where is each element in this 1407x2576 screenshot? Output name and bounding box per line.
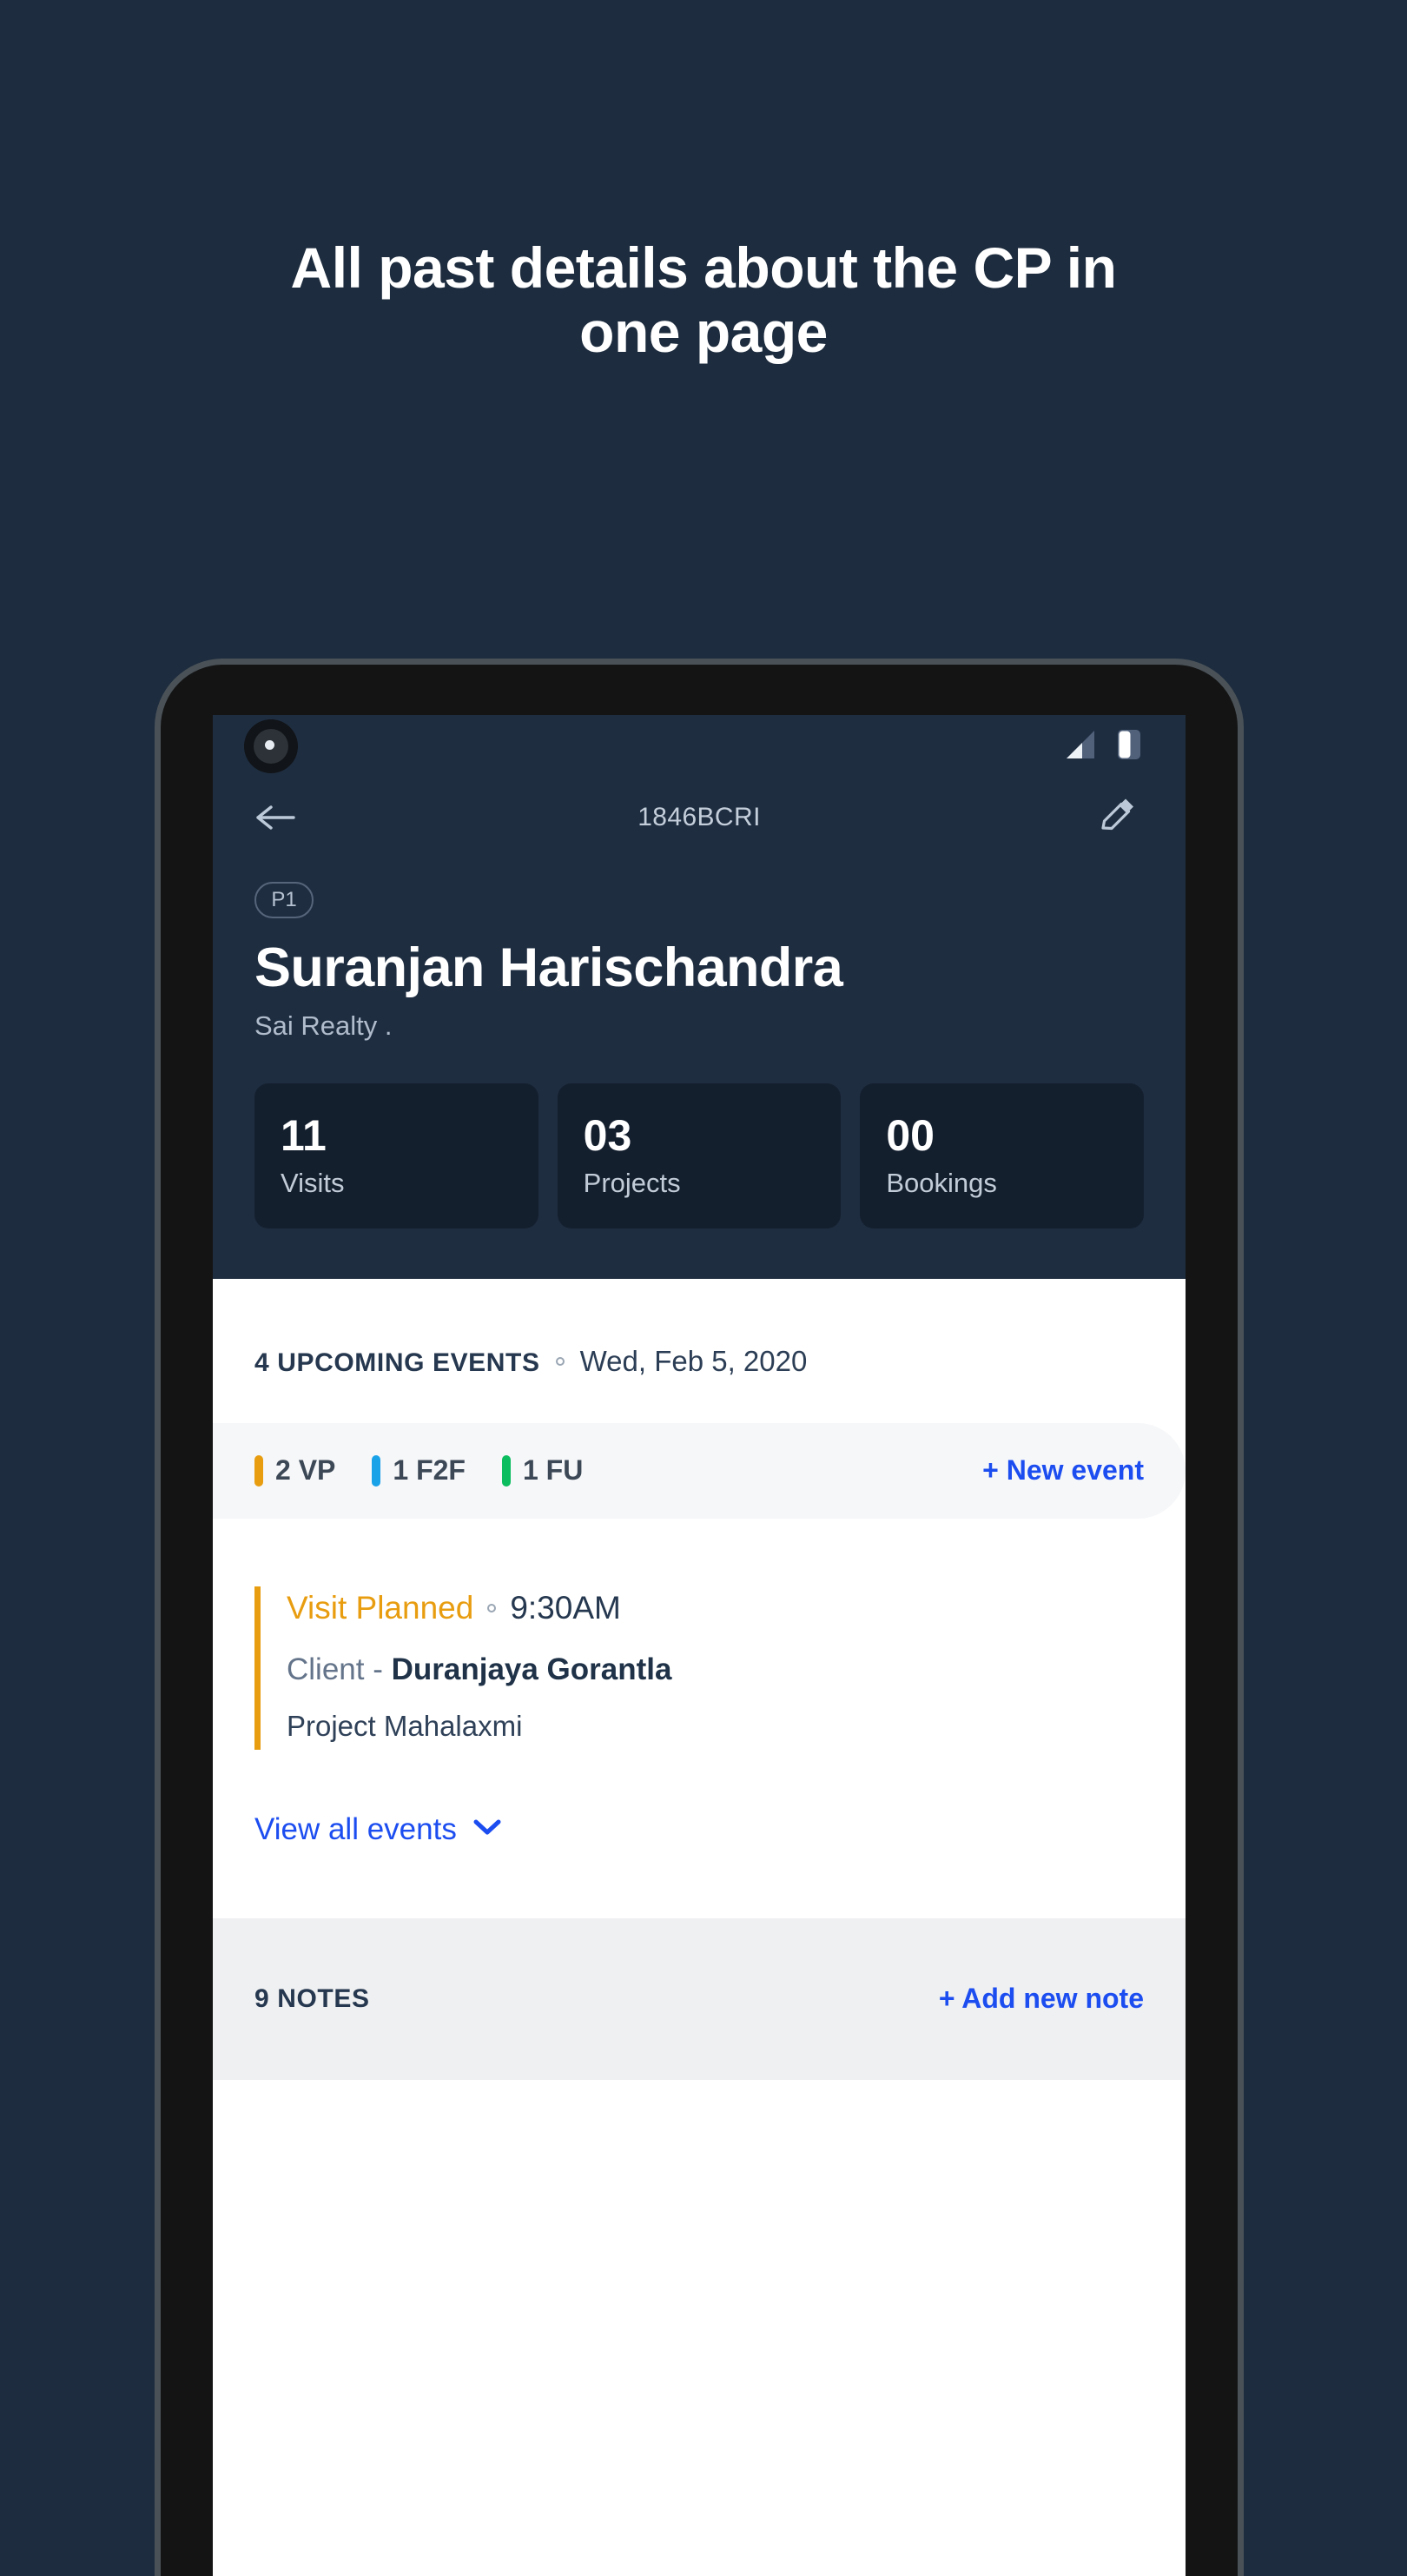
phone-frame: 1846BCRI P1 Suranjan Harischandra Sai Re… — [161, 665, 1238, 2576]
events-count-label: 4 UPCOMING EVENTS — [254, 1348, 540, 1377]
promo-headline: All past details about the CP in one pag… — [0, 235, 1407, 365]
legend-item-f2f[interactable]: 1 F2F — [372, 1454, 466, 1487]
event-client-name: Duranjaya Gorantla — [391, 1652, 672, 1686]
stat-label: Visits — [281, 1167, 345, 1198]
event-project: Project Mahalaxmi — [287, 1709, 523, 1742]
legend-item-fu[interactable]: 1 FU — [501, 1454, 584, 1487]
profile-company: Sai Realty . — [254, 1010, 393, 1042]
status-bar-icons — [1062, 729, 1140, 764]
event-card-header: Visit Planned 9:30AM — [287, 1590, 1144, 1626]
stats-row: 11 Visits 03 Projects 00 Bookings — [213, 1042, 1186, 1228]
event-card[interactable]: Visit Planned 9:30AM Client - Duranjaya … — [254, 1586, 1144, 1750]
event-client-row: Client - Duranjaya Gorantla — [287, 1652, 1144, 1687]
promo-headline-line-2: one page — [579, 299, 828, 364]
promo-headline-line-1: All past details about the CP in — [290, 235, 1117, 300]
stat-card-bookings[interactable]: 00 Bookings — [860, 1083, 1145, 1228]
signal-bars-icon — [1062, 730, 1095, 764]
events-header: 4 UPCOMING EVENTS Wed, Feb 5, 2020 — [213, 1279, 1186, 1378]
events-legend-bar: 2 VP 1 F2F 1 FU + New event — [213, 1422, 1186, 1519]
event-client-prefix: Client - — [287, 1652, 392, 1686]
chevron-down-icon — [472, 1818, 502, 1841]
app-bar: 1846BCRI — [213, 778, 1186, 858]
view-all-events-label: View all events — [254, 1811, 457, 1846]
event-type-label: Visit Planned — [287, 1589, 474, 1626]
stat-label: Projects — [583, 1167, 681, 1198]
add-new-note-button[interactable]: + Add new note — [939, 1983, 1144, 2015]
app-bar-title: 1846BCRI — [637, 803, 761, 831]
back-arrow-icon[interactable] — [251, 793, 300, 842]
status-bar — [213, 715, 1186, 778]
view-all-events-button[interactable]: View all events — [213, 1750, 1186, 1847]
events-section: 4 UPCOMING EVENTS Wed, Feb 5, 2020 2 VP … — [213, 1278, 1186, 2080]
notes-count-label: 9 NOTES — [254, 1983, 370, 2013]
stat-value: 03 — [583, 1111, 632, 1161]
camera-punch-hole-icon — [244, 719, 298, 773]
phone-screen: 1846BCRI P1 Suranjan Harischandra Sai Re… — [213, 715, 1186, 2576]
battery-icon — [1118, 729, 1140, 764]
stat-label: Bookings — [886, 1167, 997, 1198]
profile-block: P1 Suranjan Harischandra Sai Realty . — [213, 858, 1186, 1042]
notes-section: 9 NOTES + Add new note — [213, 1917, 1186, 2080]
stat-card-visits[interactable]: 11 Visits — [254, 1083, 538, 1228]
event-time: 9:30AM — [510, 1589, 621, 1626]
stat-card-projects[interactable]: 03 Projects — [557, 1083, 842, 1228]
status-badge[interactable]: P1 — [254, 882, 314, 918]
legend-label: 2 VP — [275, 1454, 336, 1487]
events-date: Wed, Feb 5, 2020 — [579, 1344, 808, 1377]
legend-item-vp[interactable]: 2 VP — [254, 1454, 335, 1487]
stat-value: 00 — [886, 1111, 935, 1161]
legend-label: 1 FU — [522, 1454, 584, 1487]
legend-color-mark-vp — [254, 1454, 263, 1487]
stat-value: 11 — [281, 1111, 327, 1161]
new-event-button[interactable]: + New event — [982, 1454, 1144, 1487]
app-header-section: 1846BCRI P1 Suranjan Harischandra Sai Re… — [213, 715, 1186, 1279]
legend-color-mark-fu — [501, 1454, 511, 1487]
separator-dot-icon — [555, 1356, 565, 1366]
legend-label: 1 F2F — [393, 1454, 466, 1487]
legend-color-mark-f2f — [372, 1454, 381, 1487]
separator-dot-icon — [487, 1603, 497, 1612]
page-title: Suranjan Harischandra — [254, 937, 843, 998]
edit-pencil-icon[interactable] — [1092, 793, 1140, 842]
